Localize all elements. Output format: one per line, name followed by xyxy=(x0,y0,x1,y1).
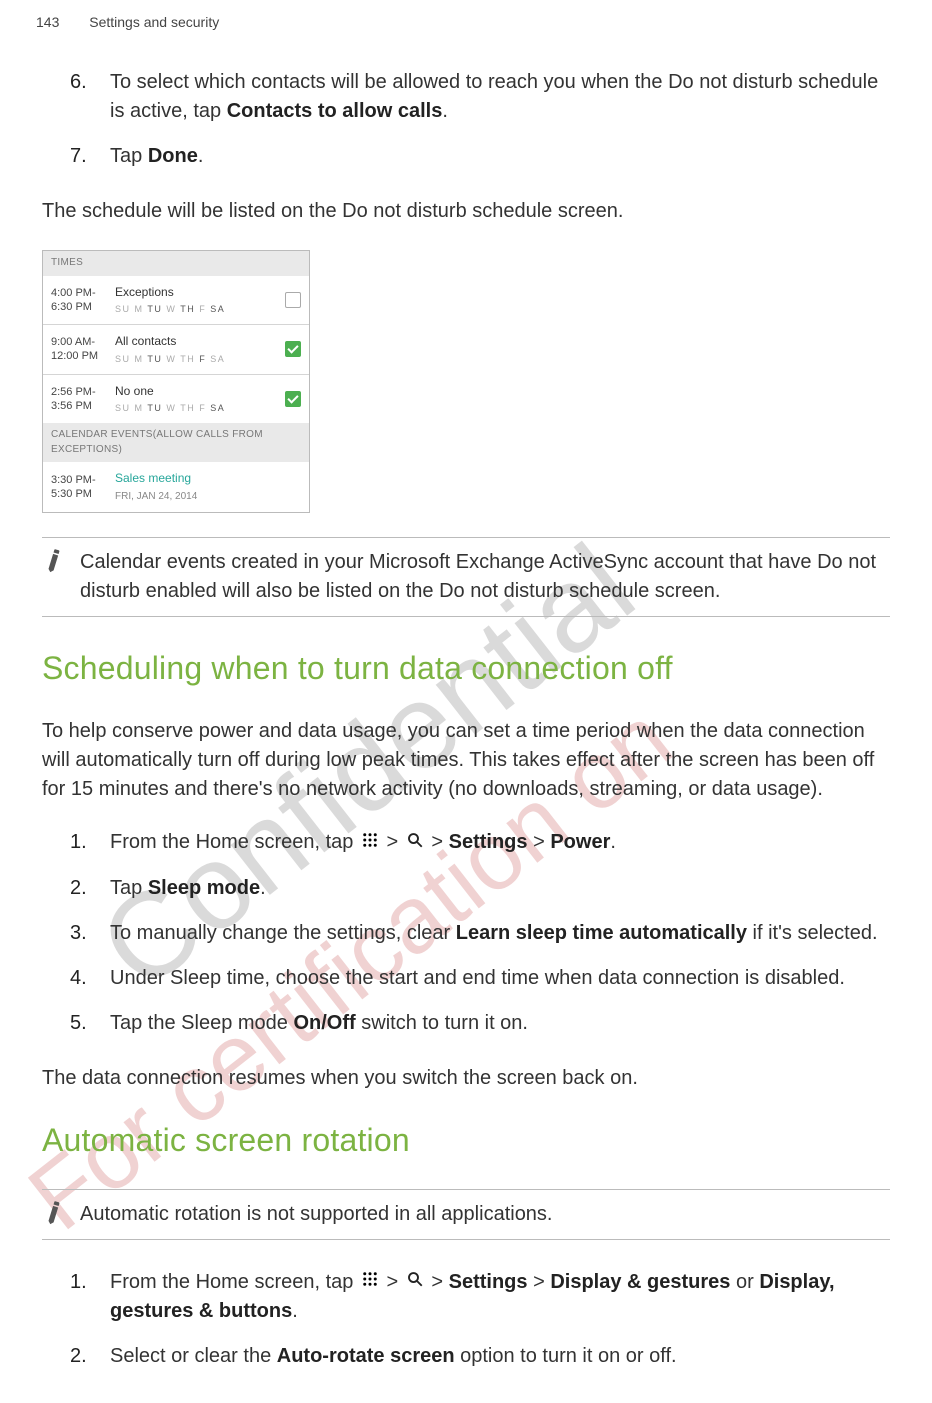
text: To manually change the settings, clear xyxy=(110,922,456,944)
step-6: 6. To select which contacts will be allo… xyxy=(70,68,890,126)
ss-cal-title: Sales meeting xyxy=(115,470,301,487)
steps-section1: 1. From the Home screen, tap > > Setting… xyxy=(42,828,890,1037)
note-text: Calendar events created in your Microsof… xyxy=(80,548,890,606)
apps-grid-icon xyxy=(361,829,379,858)
bold-text: Power xyxy=(550,831,610,853)
section1-after: The data connection resumes when you swi… xyxy=(42,1064,890,1093)
text: > xyxy=(387,831,404,853)
ss-cal-date: FRI, JAN 24, 2014 xyxy=(115,490,301,505)
text: switch to turn it on. xyxy=(356,1012,528,1034)
step-number: 1. xyxy=(70,1268,110,1326)
search-icon xyxy=(406,1268,424,1297)
text: From the Home screen, tap xyxy=(110,831,359,853)
bold-text: Settings xyxy=(449,1271,528,1293)
dnd-schedule-screenshot: TIMES 4:00 PM-6:30 PMExceptions SU M TU W… xyxy=(42,250,310,513)
step-number: 4. xyxy=(70,964,110,993)
header-title: Settings and security xyxy=(89,12,219,32)
steps-section2: 1. From the Home screen, tap > > Setting… xyxy=(42,1268,890,1371)
pencil-icon xyxy=(38,1196,70,1228)
text: . xyxy=(260,877,266,899)
bold-text: Done xyxy=(148,145,198,167)
note-rotation: Automatic rotation is not supported in a… xyxy=(42,1189,890,1240)
ss-row-title: Exceptions xyxy=(115,284,285,301)
section-title-rotation: Automatic screen rotation xyxy=(42,1117,890,1163)
section0-after: The schedule will be listed on the Do no… xyxy=(42,197,890,226)
ss-time: 2:56 PM-3:56 PM xyxy=(51,385,115,414)
ss-row-title: No one xyxy=(115,383,285,400)
text: or xyxy=(736,1271,759,1293)
bold-text: Contacts to allow calls xyxy=(227,100,443,122)
step-number: 5. xyxy=(70,1009,110,1038)
bold-text: Auto-rotate screen xyxy=(277,1345,455,1367)
step-7: 7. Tap Done. xyxy=(70,142,890,171)
text: Tap xyxy=(110,145,148,167)
text: Tap xyxy=(110,877,148,899)
text: From the Home screen, tap xyxy=(110,1271,359,1293)
apps-grid-icon xyxy=(361,1268,379,1297)
step: 1. From the Home screen, tap > > Setting… xyxy=(70,1268,890,1326)
note-activesync: Calendar events created in your Microsof… xyxy=(42,537,890,617)
section-title-scheduling: Scheduling when to turn data connection … xyxy=(42,645,890,691)
step-number: 6. xyxy=(70,68,110,126)
step: 1. From the Home screen, tap > > Setting… xyxy=(70,828,890,857)
text: > xyxy=(431,831,448,853)
text: Under Sleep time, choose the start and e… xyxy=(110,967,845,989)
text: > xyxy=(533,831,550,853)
text: > xyxy=(387,1271,404,1293)
ss-row: 2:56 PM-3:56 PMNo one SU M TU W TH F SA xyxy=(43,375,309,423)
bold-text: Display & gestures xyxy=(550,1271,730,1293)
ss-days: SU M TU W TH F SA xyxy=(115,303,285,316)
ss-days: SU M TU W TH F SA xyxy=(115,402,285,415)
bold-text: On/Off xyxy=(293,1012,355,1034)
text: . xyxy=(198,145,204,167)
text: Select or clear the xyxy=(110,1345,277,1367)
step-number: 2. xyxy=(70,1342,110,1371)
page-number: 143 xyxy=(36,12,59,32)
ss-time: 4:00 PM-6:30 PM xyxy=(51,286,115,315)
pencil-icon xyxy=(38,544,70,576)
checkbox-icon xyxy=(285,391,301,407)
text: if it's selected. xyxy=(747,922,878,944)
text: Tap the Sleep mode xyxy=(110,1012,293,1034)
text: . xyxy=(442,100,448,122)
steps-section0: 6. To select which contacts will be allo… xyxy=(42,68,890,171)
ss-header-times: TIMES xyxy=(43,251,309,276)
step: 2. Select or clear the Auto-rotate scree… xyxy=(70,1342,890,1371)
step: 3. To manually change the settings, clea… xyxy=(70,919,890,948)
text: > xyxy=(533,1271,550,1293)
note-text: Automatic rotation is not supported in a… xyxy=(80,1200,553,1229)
ss-row-title: All contacts xyxy=(115,333,285,350)
step: 5. Tap the Sleep mode On/Off switch to t… xyxy=(70,1009,890,1038)
text: > xyxy=(431,1271,448,1293)
text: option to turn it on or off. xyxy=(455,1345,677,1367)
ss-days: SU M TU W TH F SA xyxy=(115,353,285,366)
step-number: 7. xyxy=(70,142,110,171)
step-number: 2. xyxy=(70,874,110,903)
search-icon xyxy=(406,829,424,858)
text: . xyxy=(610,831,616,853)
bold-text: Learn sleep time automatically xyxy=(456,922,747,944)
step: 2. Tap Sleep mode. xyxy=(70,874,890,903)
bold-text: Settings xyxy=(449,831,528,853)
section1-intro: To help conserve power and data usage, y… xyxy=(42,717,890,804)
checkbox-icon xyxy=(285,292,301,308)
bold-text: Sleep mode xyxy=(148,877,260,899)
step-number: 3. xyxy=(70,919,110,948)
ss-row: 4:00 PM-6:30 PMExceptions SU M TU W TH F … xyxy=(43,276,309,325)
ss-header-calendar: CALENDAR EVENTS(ALLOW CALLS FROM EXCEPTI… xyxy=(43,423,309,462)
ss-calendar-row: 3:30 PM- 5:30 PM Sales meeting FRI, JAN … xyxy=(43,462,309,512)
ss-time: 9:00 AM-12:00 PM xyxy=(51,335,115,364)
step: 4. Under Sleep time, choose the start an… xyxy=(70,964,890,993)
text: . xyxy=(292,1300,298,1322)
step-number: 1. xyxy=(70,828,110,857)
page-header: 143 Settings and security xyxy=(0,0,932,32)
text: To select which contacts will be allowed… xyxy=(110,71,878,122)
ss-row: 9:00 AM-12:00 PMAll contacts SU M TU W TH… xyxy=(43,325,309,374)
checkbox-icon xyxy=(285,341,301,357)
ss-time: 3:30 PM- 5:30 PM xyxy=(51,473,115,502)
